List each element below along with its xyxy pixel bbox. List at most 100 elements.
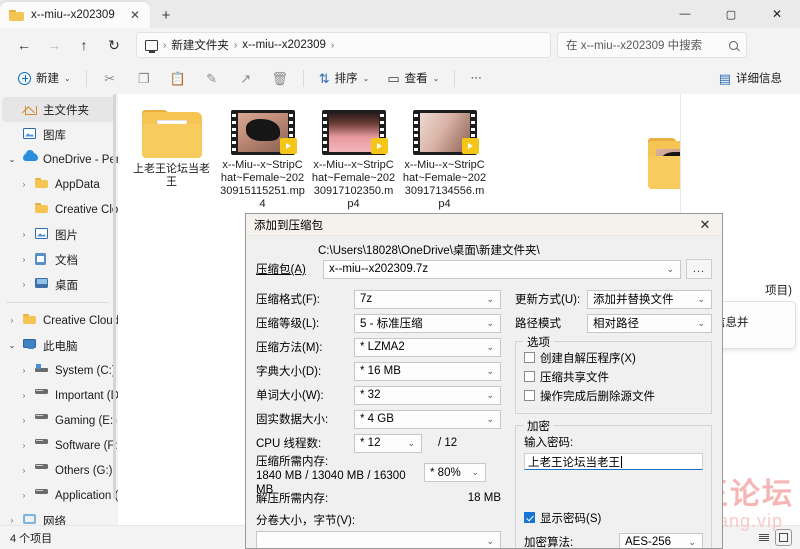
minimize-button[interactable]: —: [662, 0, 708, 28]
sidebar-item-6[interactable]: › 文档: [2, 247, 116, 272]
folder-icon: [35, 202, 50, 217]
chevron-icon[interactable]: ›: [18, 416, 30, 425]
chevron-icon[interactable]: ›: [18, 230, 30, 239]
show-password-checkbox-row[interactable]: 显示密码(S): [524, 508, 703, 527]
field-select[interactable]: 5 - 标准压缩 ⌄: [354, 313, 501, 333]
show-password-label: 显示密码(S): [540, 512, 602, 525]
search-input[interactable]: 在 x--miu--x202309 中搜索: [557, 32, 747, 58]
field-select[interactable]: * LZMA2 ⌄: [354, 337, 501, 357]
field-value: 添加并替换文件: [593, 294, 674, 306]
field-select[interactable]: 添加并替换文件 ⌄: [587, 289, 712, 309]
view-button[interactable]: ▭ 查看 ⌄: [379, 65, 447, 91]
sidebar-item-102[interactable]: › System (C:): [2, 358, 116, 383]
forward-icon[interactable]: →: [40, 31, 68, 59]
cpu-threads-select[interactable]: * 12 ⌄: [354, 433, 422, 453]
list-item[interactable]: x--Miu--x~StripChat~Female~2023091710235…: [308, 106, 399, 215]
sidebar-item-7[interactable]: › 桌面: [2, 272, 116, 297]
checkbox-icon[interactable]: [524, 512, 535, 523]
browse-button[interactable]: ...: [686, 259, 712, 279]
chevron-icon[interactable]: ›: [6, 316, 18, 325]
field-select[interactable]: * 4 GB ⌄: [354, 409, 501, 429]
chevron-icon[interactable]: ›: [18, 491, 30, 500]
sort-button[interactable]: ⇅ 排序 ⌄: [311, 65, 378, 91]
sidebar-item-3[interactable]: › AppData: [2, 172, 116, 197]
checkbox-icon[interactable]: [524, 390, 535, 401]
chevron-icon[interactable]: ›: [18, 466, 30, 475]
option-checkbox-row-1[interactable]: 压缩共享文件: [524, 367, 703, 386]
sidebar-item-5[interactable]: › 图片: [2, 222, 116, 247]
details-pane-button[interactable]: ▤ 详细信息: [711, 65, 790, 91]
list-item[interactable]: x--Miu--x~StripChat~Female~2023091713455…: [399, 106, 490, 215]
view-toggle-group: [755, 529, 792, 546]
password-field[interactable]: 上老王论坛当老王: [524, 453, 703, 470]
delete-button[interactable]: 🗑: [264, 65, 296, 91]
encryption-algorithm-select[interactable]: AES-256 ⌄: [619, 532, 703, 548]
cut-button[interactable]: ✂: [94, 65, 126, 91]
list-item[interactable]: 上老王论坛当老王: [126, 106, 217, 215]
window-close-button[interactable]: ✕: [754, 0, 800, 28]
sidebar-item-107[interactable]: › Application (I: [2, 483, 118, 508]
checkbox-icon[interactable]: [524, 371, 535, 382]
folder-icon: [23, 313, 38, 328]
list-item[interactable]: x--Miu--x~StripChat~Female~2023091511525…: [217, 106, 308, 215]
share-button[interactable]: ↗: [230, 65, 262, 91]
paste-button[interactable]: 📋: [162, 65, 194, 91]
sidebar-item-108[interactable]: › 网络: [2, 508, 116, 525]
chevron-icon[interactable]: ›: [18, 180, 30, 189]
close-icon[interactable]: ✕: [688, 214, 722, 236]
chevron-icon[interactable]: ⌄: [6, 341, 18, 350]
chevron-icon[interactable]: ⌄: [6, 155, 18, 164]
maximize-button[interactable]: ▢: [708, 0, 754, 28]
chevron-icon[interactable]: ›: [18, 255, 30, 264]
sidebar-item-106[interactable]: › Others (G:): [2, 458, 116, 483]
close-icon[interactable]: ✕: [126, 6, 144, 24]
sidebar-item-104[interactable]: › Gaming (E:): [2, 408, 117, 433]
encryption-group-title: 加密: [523, 418, 554, 434]
back-icon[interactable]: ←: [10, 31, 38, 59]
chevron-icon[interactable]: ›: [18, 280, 30, 289]
refresh-icon[interactable]: ↻: [100, 31, 128, 59]
command-bar: 新建 ⌄ ✂ ❐ 📋 ✎ ↗ 🗑 ⇅ 排序 ⌄ ▭ 查看 ⌄ ··· ▤ 详细信…: [0, 62, 800, 94]
chevron-icon[interactable]: ›: [18, 366, 30, 375]
copy-button[interactable]: ❐: [128, 65, 160, 91]
field-select[interactable]: 相对路径 ⌄: [587, 313, 712, 333]
browser-tab[interactable]: x--miu--x202309 ✕: [0, 2, 150, 28]
grid-view-icon[interactable]: [775, 529, 792, 546]
chevron-icon[interactable]: ›: [18, 391, 30, 400]
chevron-icon[interactable]: ›: [18, 441, 30, 450]
breadcrumb[interactable]: › 新建文件夹 › x--miu--x202309 ›: [136, 32, 551, 58]
rename-button[interactable]: ✎: [196, 65, 228, 91]
breadcrumb-item-1[interactable]: x--miu--x202309: [242, 39, 326, 51]
sidebar-item-0[interactable]: 主文件夹: [2, 97, 116, 122]
sidebar-item-2[interactable]: ⌄ OneDrive - Per: [2, 147, 118, 172]
memory-usage-value: * 80%: [430, 466, 461, 479]
sidebar-item-1[interactable]: 图库: [2, 122, 116, 147]
option-checkbox-row-0[interactable]: 创建自解压程序(X): [524, 348, 703, 367]
sidebar-item-101[interactable]: ⌄ 此电脑: [2, 333, 116, 358]
breadcrumb-item-0[interactable]: 新建文件夹: [171, 37, 229, 53]
field-select[interactable]: * 16 MB ⌄: [354, 361, 501, 381]
sidebar-scrollbar[interactable]: [113, 94, 116, 499]
chevron-icon[interactable]: ›: [6, 516, 18, 525]
sidebar-item-label: 网络: [43, 515, 66, 526]
sidebar-item-100[interactable]: › Creative Cloud: [2, 308, 118, 333]
sidebar-item-4[interactable]: Creative Clou: [2, 197, 118, 222]
field-select[interactable]: * 32 ⌄: [354, 385, 501, 405]
checkbox-icon[interactable]: [524, 352, 535, 363]
rename-icon: ✎: [206, 70, 218, 86]
new-tab-button[interactable]: +: [153, 2, 179, 28]
sidebar-item-103[interactable]: › Important (D: [2, 383, 118, 408]
more-options-button[interactable]: ···: [462, 65, 490, 91]
sidebar-item-105[interactable]: › Software (F:): [2, 433, 118, 458]
password-value: 上老王论坛当老王: [528, 456, 620, 469]
dialog-field-row-3: 字典大小(D): * 16 MB ⌄: [256, 359, 501, 383]
memory-usage-select[interactable]: * 80% ⌄: [424, 463, 486, 482]
list-view-icon[interactable]: [755, 529, 772, 546]
new-button[interactable]: 新建 ⌄: [10, 65, 79, 91]
field-select[interactable]: 7z ⌄: [354, 289, 501, 309]
option-checkbox-row-2[interactable]: 操作完成后删除源文件: [524, 386, 703, 405]
new-button-label: 新建: [36, 73, 59, 85]
archive-name-input[interactable]: x--miu--x202309.7z ⌄: [323, 259, 681, 279]
up-icon[interactable]: ↑: [70, 31, 98, 59]
volume-size-input[interactable]: ⌄: [256, 531, 501, 548]
